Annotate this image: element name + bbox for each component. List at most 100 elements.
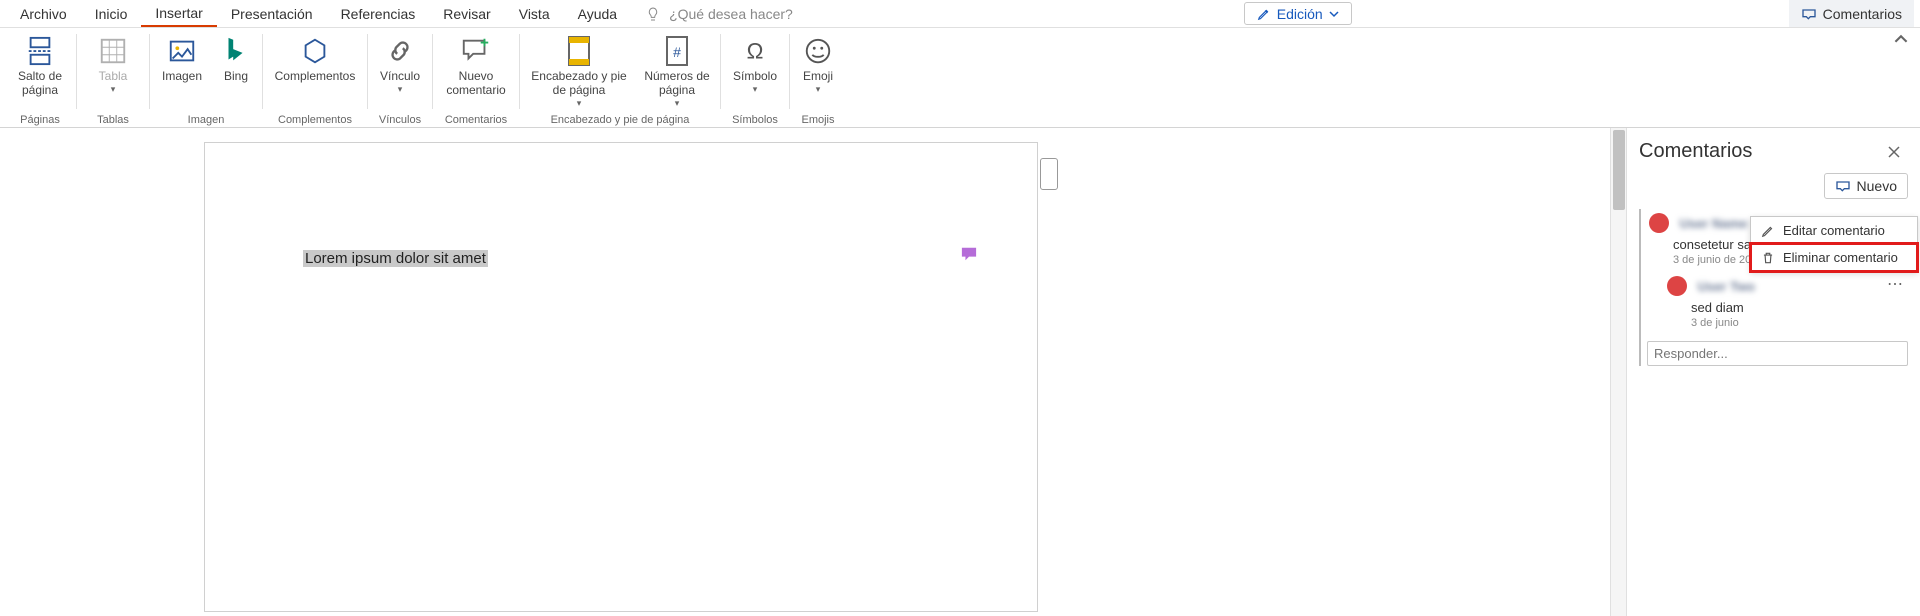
comments-pane: Comentarios Nuevo User Name ⋯ consetetur…	[1626, 128, 1920, 616]
document-page[interactable]	[204, 142, 1038, 612]
comment-menu-button[interactable]: ⋯	[1883, 274, 1908, 294]
comment-author: User Name	[1679, 216, 1747, 231]
avatar	[1667, 276, 1687, 296]
new-comment-label: Nuevo comentario	[439, 70, 513, 98]
close-icon	[1886, 144, 1902, 160]
menu-archivo[interactable]: Archivo	[6, 0, 81, 27]
page-number-button[interactable]: # Números de página ▾	[638, 30, 716, 112]
group-label-tablas: Tablas	[97, 112, 129, 127]
ribbon-group-paginas: Salto de página Páginas	[4, 28, 76, 127]
new-comment-icon	[459, 34, 493, 68]
new-comment-pane-button[interactable]: Nuevo	[1824, 173, 1908, 199]
ribbon-group-simbolos: Ω Símbolo ▾ Símbolos	[721, 28, 789, 127]
comment-timestamp: 3 de junio	[1691, 317, 1906, 329]
comments-pane-title: Comentarios	[1639, 140, 1752, 163]
ribbon-group-comentarios: Nuevo comentario Comentarios	[433, 28, 519, 127]
emoji-button[interactable]: Emoji ▾	[794, 30, 842, 98]
page-number-label: Números de página	[640, 70, 714, 98]
avatar	[1649, 213, 1669, 233]
group-label-vinculos: Vínculos	[379, 112, 421, 127]
group-label-simbolos: Símbolos	[732, 112, 778, 127]
comments-toggle-button[interactable]: Comentarios	[1789, 0, 1914, 27]
menu-ayuda[interactable]: Ayuda	[564, 0, 631, 27]
menu-presentacion[interactable]: Presentación	[217, 0, 327, 27]
ribbon-collapse-button[interactable]	[1886, 28, 1916, 127]
menu-inicio[interactable]: Inicio	[81, 0, 142, 27]
header-footer-label: Encabezado y pie de página	[526, 70, 632, 98]
header-footer-icon	[562, 34, 596, 68]
emoji-icon	[801, 34, 835, 68]
link-button[interactable]: Vínculo ▾	[372, 30, 428, 98]
svg-text:#: #	[673, 44, 681, 60]
tell-me-placeholder: ¿Qué desea hacer?	[669, 6, 793, 22]
symbol-label: Símbolo	[733, 70, 777, 84]
comment-icon	[1801, 6, 1817, 22]
comment-reply-item[interactable]: User Two ⋯ sed diam 3 de junio	[1665, 272, 1908, 335]
comment-popout[interactable]	[1040, 158, 1058, 190]
link-icon	[383, 34, 417, 68]
lightbulb-icon	[645, 6, 661, 22]
comment-body: sed diam	[1691, 300, 1906, 315]
ribbon-group-complementos: Complementos Complementos	[263, 28, 367, 127]
new-comment-pane-label: Nuevo	[1857, 178, 1897, 194]
chevron-down-icon	[1329, 9, 1339, 19]
ribbon-insert: Salto de página Páginas Tabla ▾ Tablas I…	[0, 28, 1920, 128]
menu-revisar[interactable]: Revisar	[429, 0, 504, 27]
scrollbar-thumb[interactable]	[1613, 130, 1625, 210]
header-footer-button[interactable]: Encabezado y pie de página ▾	[524, 30, 634, 112]
table-icon	[96, 34, 130, 68]
page-number-icon: #	[660, 34, 694, 68]
comment-marker-icon[interactable]	[960, 246, 978, 262]
ribbon-group-imagen: Imagen Bing Imagen	[150, 28, 262, 127]
document-area[interactable]: Lorem ipsum dolor sit amet	[0, 128, 1626, 616]
editing-mode-button[interactable]: Edición	[1244, 2, 1352, 25]
group-label-emojis: Emojis	[801, 112, 834, 127]
symbol-icon: Ω	[738, 34, 772, 68]
comment-author: User Two	[1697, 279, 1755, 294]
group-label-complementos: Complementos	[278, 112, 352, 127]
delete-comment-menuitem[interactable]: Eliminar comentario	[1751, 244, 1917, 271]
bing-label: Bing	[224, 70, 248, 84]
chevron-down-icon: ▾	[398, 84, 403, 94]
editing-mode-label: Edición	[1277, 6, 1323, 22]
table-button[interactable]: Tabla ▾	[81, 30, 145, 98]
chevron-down-icon: ▾	[675, 98, 680, 108]
addins-label: Complementos	[275, 70, 356, 84]
group-label-paginas: Páginas	[20, 112, 60, 127]
page-break-button[interactable]: Salto de página	[8, 30, 72, 102]
chevron-down-icon: ▾	[111, 84, 116, 94]
menu-vista[interactable]: Vista	[505, 0, 564, 27]
close-pane-button[interactable]	[1880, 142, 1908, 162]
comment-context-menu: Editar comentario Eliminar comentario	[1750, 216, 1918, 272]
link-label: Vínculo	[380, 70, 420, 84]
group-label-comentarios: Comentarios	[445, 112, 507, 127]
edit-comment-label: Editar comentario	[1783, 223, 1885, 238]
picture-icon	[165, 34, 199, 68]
menubar: Archivo Inicio Insertar Presentación Ref…	[0, 0, 1920, 28]
ribbon-group-tablas: Tabla ▾ Tablas	[77, 28, 149, 127]
addins-button[interactable]: Complementos	[267, 30, 363, 88]
comment-icon	[1835, 178, 1851, 194]
menu-insertar[interactable]: Insertar	[141, 0, 216, 27]
picture-label: Imagen	[162, 70, 202, 84]
svg-text:Ω: Ω	[747, 39, 764, 64]
tell-me-search[interactable]: ¿Qué desea hacer?	[631, 0, 807, 27]
ribbon-group-emojis: Emoji ▾ Emojis	[790, 28, 846, 127]
vertical-scrollbar[interactable]	[1610, 128, 1626, 616]
picture-button[interactable]: Imagen	[154, 30, 210, 88]
pencil-icon	[1761, 224, 1775, 238]
bing-button[interactable]: Bing	[214, 30, 258, 88]
chevron-up-icon	[1894, 32, 1908, 46]
bing-icon	[219, 34, 253, 68]
comments-toggle-label: Comentarios	[1823, 6, 1902, 22]
edit-comment-menuitem[interactable]: Editar comentario	[1751, 217, 1917, 244]
menu-referencias[interactable]: Referencias	[327, 0, 430, 27]
symbol-button[interactable]: Ω Símbolo ▾	[725, 30, 785, 98]
reply-input[interactable]	[1647, 341, 1908, 366]
new-comment-button[interactable]: Nuevo comentario	[437, 30, 515, 102]
delete-comment-label: Eliminar comentario	[1783, 250, 1898, 265]
pencil-icon	[1257, 7, 1271, 21]
selected-text[interactable]: Lorem ipsum dolor sit amet	[303, 250, 488, 267]
group-label-imagen: Imagen	[188, 112, 225, 127]
table-label: Tabla	[99, 70, 128, 84]
